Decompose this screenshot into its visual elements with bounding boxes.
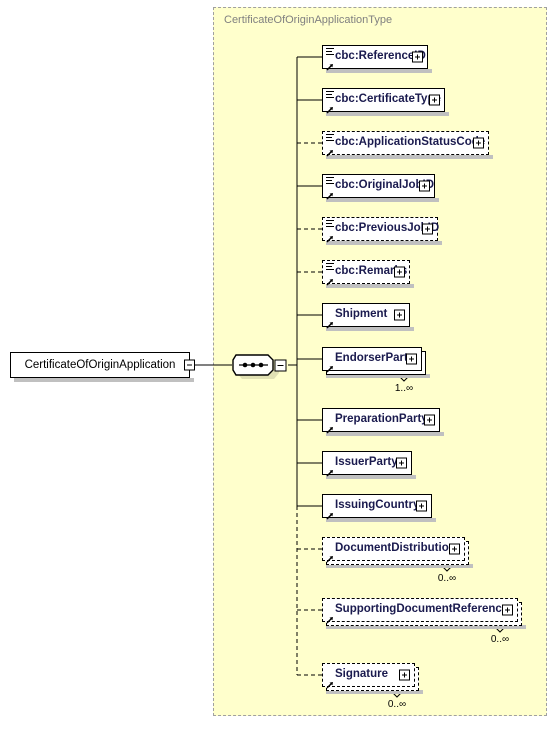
root-element-label: CertificateOfOriginApplication [24,359,176,371]
node-shadow [326,155,493,159]
element-node[interactable]: SupportingDocumentReference [322,598,521,625]
expand-plus-icon[interactable] [399,669,410,681]
element-arrow-icon [326,676,334,689]
element-arrow-icon [326,464,334,477]
multiplicity-label: 0..∞ [437,573,457,584]
expand-plus-icon[interactable] [429,94,440,106]
element-arrow-icon [326,101,334,114]
node-shadow [326,284,414,288]
xsd-schema-diagram: CertificateOfOriginApplicationType Certi… [0,0,555,729]
node-shadow [326,475,416,479]
root-element-node[interactable]: CertificateOfOriginApplication [10,352,195,378]
element-node[interactable]: cbc:CertificateType [322,88,448,115]
element-node[interactable]: EndorserParty [322,347,425,374]
expand-plus-icon[interactable] [412,51,423,63]
element-arrow-icon [326,316,334,329]
expand-plus-icon[interactable] [502,604,513,616]
attribute-lines-icon [326,177,334,184]
attribute-lines-icon [326,263,334,270]
element-arrow-icon [326,187,334,200]
element-node[interactable]: cbc:Remarks [322,260,413,287]
collapse-minus-icon[interactable] [184,359,195,371]
element-node[interactable]: PreparationParty [322,408,443,435]
expand-plus-icon[interactable] [449,543,460,555]
element-node-label: EndorserParty [335,352,415,365]
expand-plus-icon[interactable] [406,353,417,365]
element-arrow-icon [326,360,334,373]
element-node[interactable]: cbc:ApplicationStatusCode [322,131,492,158]
expand-plus-icon[interactable] [424,414,435,426]
expand-plus-icon[interactable] [394,309,405,321]
element-node-label: IssuingCountry [335,499,420,512]
node-shadow [326,432,444,436]
attribute-lines-icon [326,134,334,141]
node-shadow [326,198,439,202]
element-node[interactable]: Signature [322,663,418,690]
element-node-label: cbc:ApplicationStatusCode [335,136,486,149]
attribute-lines-icon [326,91,334,98]
node-shadow [326,241,442,245]
element-arrow-icon [326,421,334,434]
element-arrow-icon [326,507,334,520]
element-node[interactable]: cbc:PreviousJobID [322,217,441,244]
attribute-lines-icon [326,220,334,227]
element-node[interactable]: Shipment [322,303,413,330]
element-node[interactable]: cbc:ReferenceID [322,45,431,72]
sequence-compositor[interactable] [232,352,294,379]
element-arrow-icon [326,58,334,71]
expand-plus-icon[interactable] [473,137,484,149]
node-shadow [326,112,449,116]
attribute-lines-icon [326,48,334,55]
element-node-label: SupportingDocumentReference [335,603,509,616]
root-node-shadow [14,378,194,382]
multiplicity-label: 0..∞ [387,699,407,710]
element-arrow-icon [326,144,334,157]
element-arrow-icon [326,230,334,243]
element-node-label: PreparationParty [335,413,428,426]
node-shadow [326,69,432,73]
element-node-label: DocumentDistribution [335,542,456,555]
multiplicity-label: 1..∞ [394,383,414,394]
expand-plus-icon[interactable] [396,457,407,469]
expand-plus-icon[interactable] [416,500,427,512]
node-shadow [326,327,414,331]
element-node-label: cbc:CertificateType [335,93,441,106]
type-container-label: CertificateOfOriginApplicationType [224,14,393,26]
element-arrow-icon [326,273,334,286]
element-arrow-icon [326,550,334,563]
element-arrow-icon [326,611,334,624]
element-node[interactable]: cbc:OriginalJobID [322,174,438,201]
element-node[interactable]: IssuerParty [322,451,415,478]
element-node-label: IssuerParty [335,456,398,469]
element-node[interactable]: DocumentDistribution [322,537,468,564]
node-shadow [326,518,436,522]
multiplicity-label: 0..∞ [490,634,510,645]
expand-plus-icon[interactable] [419,180,430,192]
expand-plus-icon[interactable] [422,223,433,235]
expand-plus-icon[interactable] [394,266,405,278]
element-node[interactable]: IssuingCountry [322,494,435,521]
